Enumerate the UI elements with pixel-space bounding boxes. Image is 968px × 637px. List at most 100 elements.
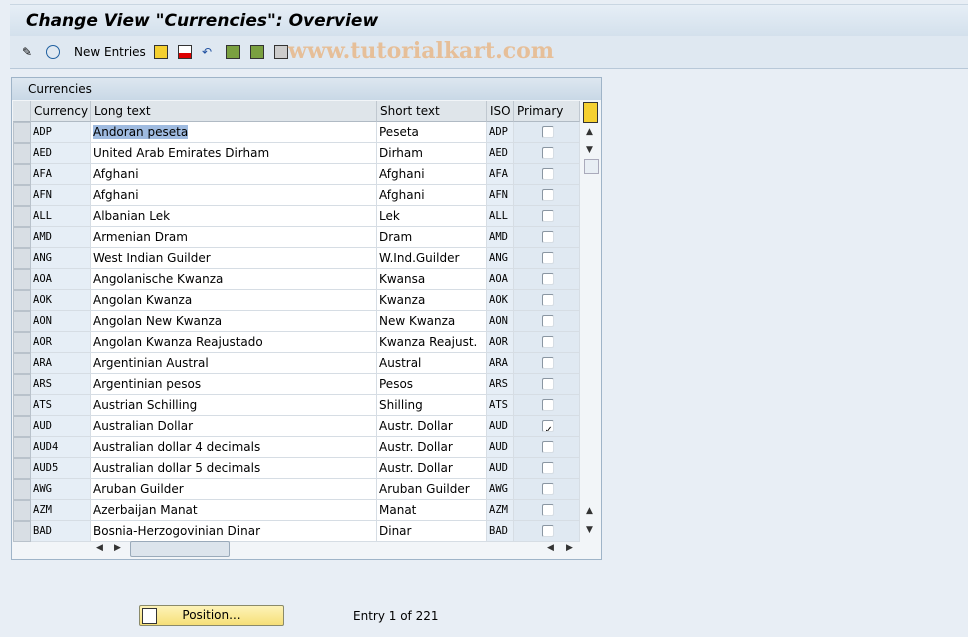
primary-checkbox[interactable] (541, 294, 554, 306)
long-text-cell[interactable]: Argentinian Austral (91, 353, 377, 374)
table-row[interactable]: AWG Aruban Guilder Aruban Guilder AWG (13, 479, 580, 500)
row-selector[interactable] (13, 479, 31, 500)
row-selector[interactable] (13, 353, 31, 374)
scroll-thumb[interactable] (584, 159, 599, 174)
long-text-cell[interactable]: Angolan Kwanza Reajustado (91, 332, 377, 353)
vertical-scrollbar[interactable]: ▲ ▼ ▲ ▼ (581, 101, 600, 541)
row-selector[interactable] (13, 248, 31, 269)
long-text-cell[interactable]: Austrian Schilling (91, 395, 377, 416)
long-text-cell[interactable]: Argentinian pesos (91, 374, 377, 395)
horizontal-scrollbar[interactable]: ◀ ▶ ◀ ▶ (92, 540, 580, 557)
row-selector[interactable] (13, 395, 31, 416)
currency-cell[interactable]: ALL (31, 206, 91, 227)
short-text-cell[interactable]: Afghani (377, 185, 487, 206)
table-row[interactable]: BAD Bosnia-Herzogovinian Dinar Dinar BAD (13, 521, 580, 542)
table-row[interactable]: AUD5 Australian dollar 5 decimals Austr. D… (13, 458, 580, 479)
short-text-cell[interactable]: Dinar (377, 521, 487, 542)
currency-cell[interactable]: AFA (31, 164, 91, 185)
iso-cell[interactable]: AOR (487, 332, 514, 353)
iso-cell[interactable]: AUD (487, 437, 514, 458)
row-selector[interactable] (13, 164, 31, 185)
currency-cell[interactable]: AOR (31, 332, 91, 353)
undo-icon[interactable]: ↶ (202, 44, 212, 60)
display-change-icon[interactable]: ✎ (22, 44, 32, 60)
currency-cell[interactable]: AZM (31, 500, 91, 521)
table-row[interactable]: AOR Angolan Kwanza Reajustado Kwanza Reaju… (13, 332, 580, 353)
scroll-down-icon[interactable]: ▼ (586, 525, 593, 535)
short-text-cell[interactable]: Kwansa (377, 269, 487, 290)
short-text-cell[interactable]: Shilling (377, 395, 487, 416)
row-selector[interactable] (13, 122, 31, 143)
short-text-cell[interactable]: Peseta (377, 122, 487, 143)
short-text-cell[interactable]: Manat (377, 500, 487, 521)
currency-cell[interactable]: AWG (31, 479, 91, 500)
table-row[interactable]: ALL Albanian Lek Lek ALL (13, 206, 580, 227)
row-selector[interactable] (13, 416, 31, 437)
iso-cell[interactable]: BAD (487, 521, 514, 542)
currency-cell[interactable]: AUD4 (31, 437, 91, 458)
iso-cell[interactable]: ATS (487, 395, 514, 416)
iso-cell[interactable]: AOK (487, 290, 514, 311)
short-text-cell[interactable]: Austr. Dollar (377, 416, 487, 437)
row-selector[interactable] (13, 143, 31, 164)
short-text-cell[interactable]: Austr. Dollar (377, 437, 487, 458)
new-entries-button[interactable]: New Entries (74, 44, 146, 60)
scroll-right-icon[interactable]: ▶ (566, 543, 573, 553)
currency-cell[interactable]: ATS (31, 395, 91, 416)
scroll-thumb[interactable] (130, 541, 230, 557)
currency-cell[interactable]: ADP (31, 122, 91, 143)
long-text-cell[interactable]: Australian dollar 4 decimals (91, 437, 377, 458)
short-text-cell[interactable]: Afghani (377, 164, 487, 185)
scroll-left-icon[interactable]: ◀ (547, 543, 554, 553)
long-text-cell[interactable]: Australian dollar 5 decimals (91, 458, 377, 479)
primary-checkbox[interactable]: ✓ (541, 420, 554, 432)
short-text-cell[interactable]: New Kwanza (377, 311, 487, 332)
currency-cell[interactable]: AFN (31, 185, 91, 206)
long-text-cell[interactable]: Afghani (91, 185, 377, 206)
table-row[interactable]: AUD4 Australian dollar 4 decimals Austr. D… (13, 437, 580, 458)
row-selector[interactable] (13, 521, 31, 542)
select-all-rows[interactable] (13, 101, 31, 122)
iso-cell[interactable]: AUD (487, 416, 514, 437)
iso-cell[interactable]: AMD (487, 227, 514, 248)
iso-cell[interactable]: AON (487, 311, 514, 332)
long-text-cell[interactable]: United Arab Emirates Dirham (91, 143, 377, 164)
iso-cell[interactable]: AWG (487, 479, 514, 500)
table-row[interactable]: ATS Austrian Schilling Shilling ATS (13, 395, 580, 416)
column-config-icon[interactable] (583, 102, 598, 123)
delete-icon[interactable] (178, 44, 192, 60)
currency-cell[interactable]: AED (31, 143, 91, 164)
row-selector[interactable] (13, 185, 31, 206)
short-text-cell[interactable]: W.Ind.Guilder (377, 248, 487, 269)
currency-cell[interactable]: ARA (31, 353, 91, 374)
table-row[interactable]: AMD Armenian Dram Dram AMD (13, 227, 580, 248)
scroll-up-icon[interactable]: ▲ (586, 127, 593, 137)
select-block-icon[interactable] (250, 44, 264, 60)
long-text-cell[interactable]: Aruban Guilder (91, 479, 377, 500)
long-text-cell[interactable]: Australian Dollar (91, 416, 377, 437)
row-selector[interactable] (13, 332, 31, 353)
short-text-cell[interactable]: Aruban Guilder (377, 479, 487, 500)
long-text-cell[interactable]: Angolan Kwanza (91, 290, 377, 311)
primary-checkbox[interactable] (541, 504, 554, 516)
row-selector[interactable] (13, 227, 31, 248)
primary-checkbox[interactable] (541, 378, 554, 390)
short-text-cell[interactable]: Austral (377, 353, 487, 374)
table-row[interactable]: AFN Afghani Afghani AFN (13, 185, 580, 206)
long-text-cell[interactable]: Afghani (91, 164, 377, 185)
details-icon[interactable] (46, 44, 60, 60)
table-row[interactable]: AOA Angolanische Kwanza Kwansa AOA (13, 269, 580, 290)
short-text-cell[interactable]: Kwanza Reajust. (377, 332, 487, 353)
long-text-cell[interactable]: Albanian Lek (91, 206, 377, 227)
iso-cell[interactable]: AED (487, 143, 514, 164)
row-selector[interactable] (13, 269, 31, 290)
long-text-cell[interactable]: Angolan New Kwanza (91, 311, 377, 332)
currency-cell[interactable]: AMD (31, 227, 91, 248)
iso-cell[interactable]: ANG (487, 248, 514, 269)
deselect-all-icon[interactable] (274, 44, 288, 60)
primary-checkbox[interactable] (541, 483, 554, 495)
currency-cell[interactable]: AUD (31, 416, 91, 437)
select-all-icon[interactable] (226, 44, 240, 60)
currency-cell[interactable]: BAD (31, 521, 91, 542)
currency-cell[interactable]: ANG (31, 248, 91, 269)
